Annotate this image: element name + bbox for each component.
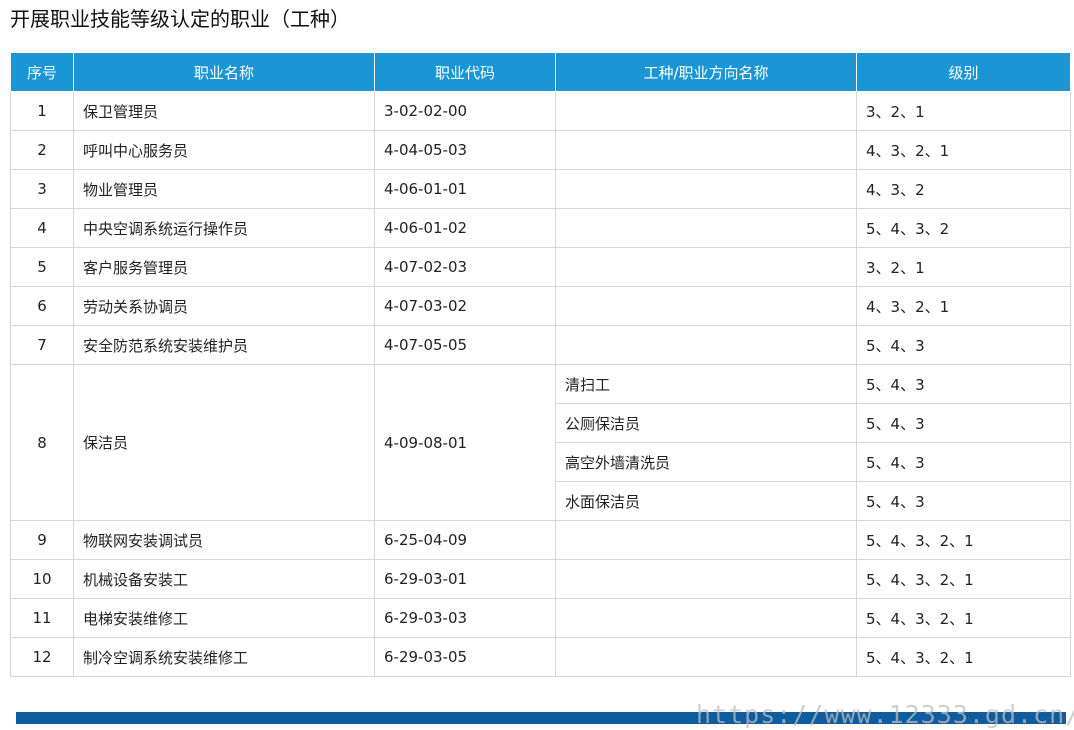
subtype-name-cell: 高空外墙清洗员 <box>555 442 857 482</box>
occupation-name-cell: 安全防范系统安装维护员 <box>73 325 375 365</box>
occupation-name-cell: 保卫管理员 <box>73 91 375 131</box>
subtype-name-cell: 公厕保洁员 <box>555 403 857 443</box>
header-occupation-name: 职业名称 <box>73 52 375 92</box>
level-cell: 3、2、1 <box>856 247 1071 287</box>
serial-number-cell: 4 <box>10 208 74 248</box>
table-row: 11 电梯安装维修工 6-29-03-03 5、4、3、2、1 <box>10 598 1071 638</box>
occupation-code-cell: 4-06-01-01 <box>374 169 556 209</box>
table-row: 6 劳动关系协调员 4-07-03-02 4、3、2、1 <box>10 286 1071 326</box>
table-row: 7 安全防范系统安装维护员 4-07-05-05 5、4、3 <box>10 325 1071 365</box>
subtype-name-cell <box>555 598 857 638</box>
occupation-name-cell: 保洁员 <box>73 364 375 521</box>
serial-number-cell: 11 <box>10 598 74 638</box>
subtype-name-cell <box>555 520 857 560</box>
serial-number-cell: 1 <box>10 91 74 131</box>
occupation-name-cell: 劳动关系协调员 <box>73 286 375 326</box>
occupation-table: 序号 职业名称 职业代码 工种/职业方向名称 级别 1 保卫管理员 3-02-02-… <box>10 52 1071 677</box>
occupation-name-cell: 物联网安装调试员 <box>73 520 375 560</box>
occupation-name-cell: 呼叫中心服务员 <box>73 130 375 170</box>
serial-number-cell: 5 <box>10 247 74 287</box>
subtype-name-cell <box>555 208 857 248</box>
level-cell: 5、4、3、2 <box>856 208 1071 248</box>
subtype-name-cell <box>555 559 857 599</box>
table-row: 10 机械设备安装工 6-29-03-01 5、4、3、2、1 <box>10 559 1071 599</box>
serial-number-cell: 8 <box>10 364 74 521</box>
table-row: 9 物联网安装调试员 6-25-04-09 5、4、3、2、1 <box>10 520 1071 560</box>
table-row: 8 保洁员 4-09-08-01 清扫工 5、4、3 <box>10 364 1071 521</box>
level-cell: 3、2、1 <box>856 91 1071 131</box>
header-subtype-name: 工种/职业方向名称 <box>555 52 857 92</box>
occupation-name-cell: 制冷空调系统安装维修工 <box>73 637 375 677</box>
level-cell: 5、4、3 <box>856 403 1071 443</box>
subtype-name-cell <box>555 247 857 287</box>
subtype-name-cell <box>555 91 857 131</box>
occupation-code-cell: 4-09-08-01 <box>374 364 556 521</box>
occupation-code-cell: 4-04-05-03 <box>374 130 556 170</box>
serial-number-cell: 2 <box>10 130 74 170</box>
table-row: 12 制冷空调系统安装维修工 6-29-03-05 5、4、3、2、1 <box>10 637 1071 677</box>
table-header-row: 序号 职业名称 职业代码 工种/职业方向名称 级别 <box>10 52 1071 92</box>
level-cell: 5、4、3 <box>856 325 1071 365</box>
table-row: 2 呼叫中心服务员 4-04-05-03 4、3、2、1 <box>10 130 1071 170</box>
occupation-code-cell: 4-06-01-02 <box>374 208 556 248</box>
serial-number-cell: 12 <box>10 637 74 677</box>
level-cell: 5、4、3 <box>856 364 1071 404</box>
header-level: 级别 <box>856 52 1071 92</box>
occupation-name-cell: 机械设备安装工 <box>73 559 375 599</box>
subtype-name-cell <box>555 637 857 677</box>
watermark-url: https://www.12333.gd.cn/ <box>696 700 1074 729</box>
table-row: 1 保卫管理员 3-02-02-00 3、2、1 <box>10 91 1071 131</box>
occupation-name-cell: 客户服务管理员 <box>73 247 375 287</box>
level-cell: 5、4、3、2、1 <box>856 637 1071 677</box>
occupation-code-cell: 4-07-02-03 <box>374 247 556 287</box>
page-title: 开展职业技能等级认定的职业（工种） <box>10 7 350 31</box>
subtype-name-cell <box>555 286 857 326</box>
level-cell: 5、4、3 <box>856 481 1071 521</box>
level-cell: 5、4、3、2、1 <box>856 559 1071 599</box>
table-row: 4 中央空调系统运行操作员 4-06-01-02 5、4、3、2 <box>10 208 1071 248</box>
serial-number-cell: 3 <box>10 169 74 209</box>
serial-number-cell: 6 <box>10 286 74 326</box>
subtype-name-cell <box>555 169 857 209</box>
header-serial-number: 序号 <box>10 52 74 92</box>
level-cell: 5、4、3、2、1 <box>856 520 1071 560</box>
occupation-code-cell: 6-29-03-01 <box>374 559 556 599</box>
occupation-code-cell: 6-25-04-09 <box>374 520 556 560</box>
subtype-name-cell: 水面保洁员 <box>555 481 857 521</box>
serial-number-cell: 9 <box>10 520 74 560</box>
occupation-code-cell: 4-07-03-02 <box>374 286 556 326</box>
table-row: 3 物业管理员 4-06-01-01 4、3、2 <box>10 169 1071 209</box>
occupation-code-cell: 3-02-02-00 <box>374 91 556 131</box>
table-body: 1 保卫管理员 3-02-02-00 3、2、1 2 呼叫中心服务员 4-04-05-03 4… <box>10 91 1071 677</box>
occupation-code-cell: 6-29-03-03 <box>374 598 556 638</box>
occupation-name-cell: 物业管理员 <box>73 169 375 209</box>
occupation-code-cell: 6-29-03-05 <box>374 637 556 677</box>
serial-number-cell: 7 <box>10 325 74 365</box>
occupation-name-cell: 中央空调系统运行操作员 <box>73 208 375 248</box>
table-row: 5 客户服务管理员 4-07-02-03 3、2、1 <box>10 247 1071 287</box>
subtype-name-cell: 清扫工 <box>555 364 857 404</box>
level-cell: 5、4、3、2、1 <box>856 598 1071 638</box>
level-cell: 4、3、2、1 <box>856 130 1071 170</box>
subtype-name-cell <box>555 325 857 365</box>
occupation-code-cell: 4-07-05-05 <box>374 325 556 365</box>
level-cell: 4、3、2、1 <box>856 286 1071 326</box>
serial-number-cell: 10 <box>10 559 74 599</box>
subtype-name-cell <box>555 130 857 170</box>
level-cell: 5、4、3 <box>856 442 1071 482</box>
level-cell: 4、3、2 <box>856 169 1071 209</box>
header-occupation-code: 职业代码 <box>374 52 556 92</box>
occupation-name-cell: 电梯安装维修工 <box>73 598 375 638</box>
